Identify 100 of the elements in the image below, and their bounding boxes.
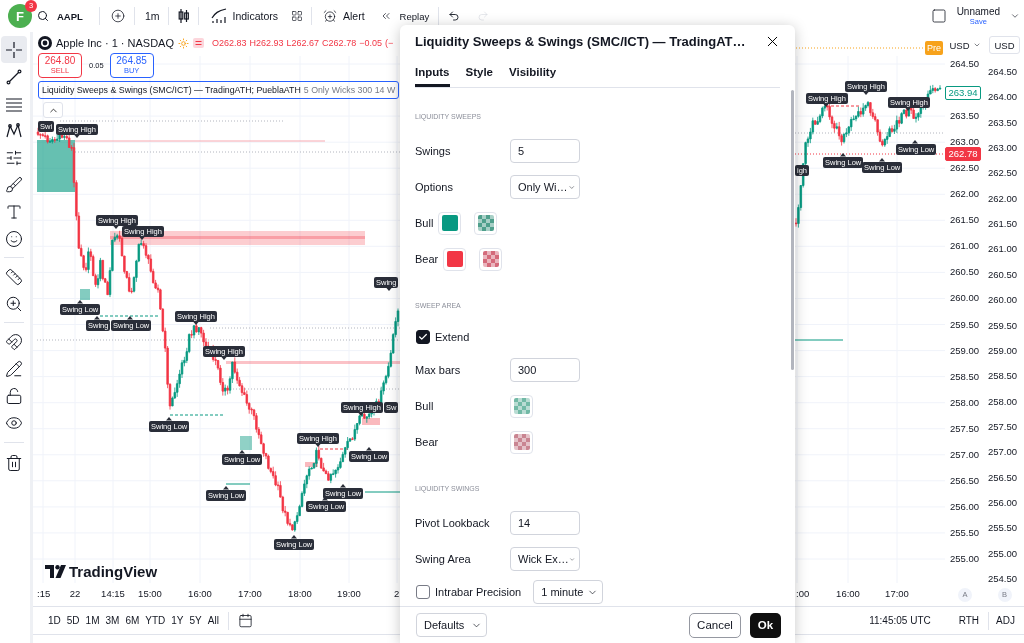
time-label: 2 [394, 588, 400, 600]
time-label: :15 [37, 588, 51, 600]
pattern-icon [4, 121, 23, 140]
price-label: 260.50 [949, 266, 979, 279]
price-label: 260.00 [949, 292, 979, 305]
unlock-icon [4, 386, 23, 405]
range-option[interactable]: 1D [45, 610, 64, 631]
price-label: 255.00 [949, 552, 979, 565]
currency-button[interactable]: USD [989, 36, 1020, 54]
defaults-dropdown[interactable]: Defaults [416, 613, 487, 637]
calendar-icon [237, 613, 253, 628]
price-label: 264.00 [987, 91, 1017, 104]
range-option[interactable]: 5Y [186, 610, 205, 631]
text-icon [4, 202, 23, 221]
session-button[interactable]: RTH [955, 610, 983, 631]
candles-icon [178, 8, 190, 24]
checkbox-label: Intrabar Precision [435, 586, 522, 598]
select-dropdown[interactable]: 1 minute [533, 580, 604, 604]
price-label: 261.00 [949, 240, 979, 253]
price-label: 262.50 [949, 162, 979, 175]
sliders-icon [4, 148, 23, 167]
square-icon [930, 8, 947, 24]
price-label: 264.50 [949, 58, 979, 70]
ruler-icon [4, 267, 23, 286]
time-label: 17:00 [238, 588, 262, 600]
price-label: 261.50 [987, 218, 1017, 231]
price-label: 255.00 [987, 547, 1017, 560]
trash-icon [4, 453, 23, 472]
price-label: 263.00 [949, 136, 979, 149]
trend-line-icon [4, 67, 23, 86]
alarm-clock-icon [323, 9, 337, 23]
replay-button[interactable]: Replay [379, 4, 430, 28]
smile-icon [4, 229, 23, 248]
price-label: 256.50 [949, 474, 979, 487]
price-label: 257.00 [987, 446, 1017, 459]
price-label: 258.00 [949, 396, 979, 409]
time-label: :00 [796, 588, 810, 600]
price-label: 258.00 [987, 395, 1017, 408]
price-label: 263.50 [987, 116, 1017, 129]
price-label: 256.50 [987, 471, 1017, 484]
price-label: 260.00 [987, 294, 1017, 307]
range-option[interactable]: 5D [63, 610, 83, 631]
time-label: 17:00 [885, 588, 909, 600]
price-label: 254.50 [987, 573, 1017, 585]
pencil-icon [4, 359, 23, 378]
search-icon [37, 10, 49, 22]
price-label: 259.50 [949, 318, 979, 331]
price-label: 257.50 [949, 422, 979, 435]
price-label: 264.50 [987, 66, 1017, 78]
symbol-search[interactable]: AAPL [37, 4, 83, 28]
time-label: 16:00 [188, 588, 212, 600]
plus-circle-icon [110, 9, 125, 23]
price-label: 259.00 [987, 344, 1017, 357]
cancel-button[interactable]: Cancel [689, 612, 741, 638]
price-label: 257.00 [949, 448, 979, 461]
price-label: 256.00 [987, 496, 1017, 509]
zoom-in-icon [4, 294, 23, 313]
range-option[interactable]: 1M [82, 610, 103, 631]
range-option[interactable]: 3M [102, 610, 123, 631]
layout-name[interactable]: Unnamed [956, 5, 1000, 17]
chevron-down-icon [1010, 11, 1020, 21]
chevron-down-icon [972, 41, 981, 49]
interval-button[interactable]: 1m [144, 4, 160, 28]
ok-button[interactable]: Ok [750, 612, 781, 638]
price-label: 263.50 [949, 110, 979, 123]
time-label: 16:00 [836, 588, 860, 600]
price-label: 257.50 [987, 420, 1017, 433]
time-label: 18:00 [288, 588, 312, 600]
range-option[interactable]: 6M [122, 610, 143, 631]
time-label: 14:15 [101, 588, 125, 600]
price-label: 255.50 [987, 522, 1017, 535]
price-label: 263.00 [987, 142, 1017, 155]
price-label: 259.50 [987, 319, 1017, 332]
price-label: 261.50 [949, 214, 979, 227]
magnet-icon [4, 332, 23, 351]
price-label: 259.00 [949, 344, 979, 357]
time-label: 19:00 [337, 588, 361, 600]
indicators-icon [211, 8, 228, 24]
price-label: 256.00 [949, 500, 979, 513]
range-option[interactable]: All [204, 610, 222, 631]
price-label: 261.00 [987, 243, 1017, 256]
crosshair-icon [4, 40, 23, 59]
adjust-button[interactable]: ADJ [993, 610, 1018, 631]
crosshair-tool[interactable] [0, 36, 27, 63]
close-price-tag: 262.78 [945, 147, 981, 161]
range-option[interactable]: YTD [142, 610, 169, 631]
range-option[interactable]: 1Y [168, 610, 187, 631]
clock-time[interactable]: 11:45:05 UTC [866, 610, 934, 631]
price-label: 258.50 [987, 370, 1017, 383]
alert-button[interactable]: Alert [323, 4, 365, 28]
last-price-tag: 263.94 [945, 86, 981, 100]
time-label: 22 [69, 588, 81, 600]
price-label: 260.50 [987, 268, 1017, 281]
price-label: 255.50 [949, 526, 979, 539]
indicators-button[interactable]: Indicators [211, 4, 278, 28]
price-label: 262.00 [949, 188, 979, 201]
time-label: 15:00 [138, 588, 162, 600]
checkbox[interactable] [416, 585, 430, 599]
price-label: 258.50 [949, 370, 979, 383]
price-label: 262.00 [987, 192, 1017, 205]
